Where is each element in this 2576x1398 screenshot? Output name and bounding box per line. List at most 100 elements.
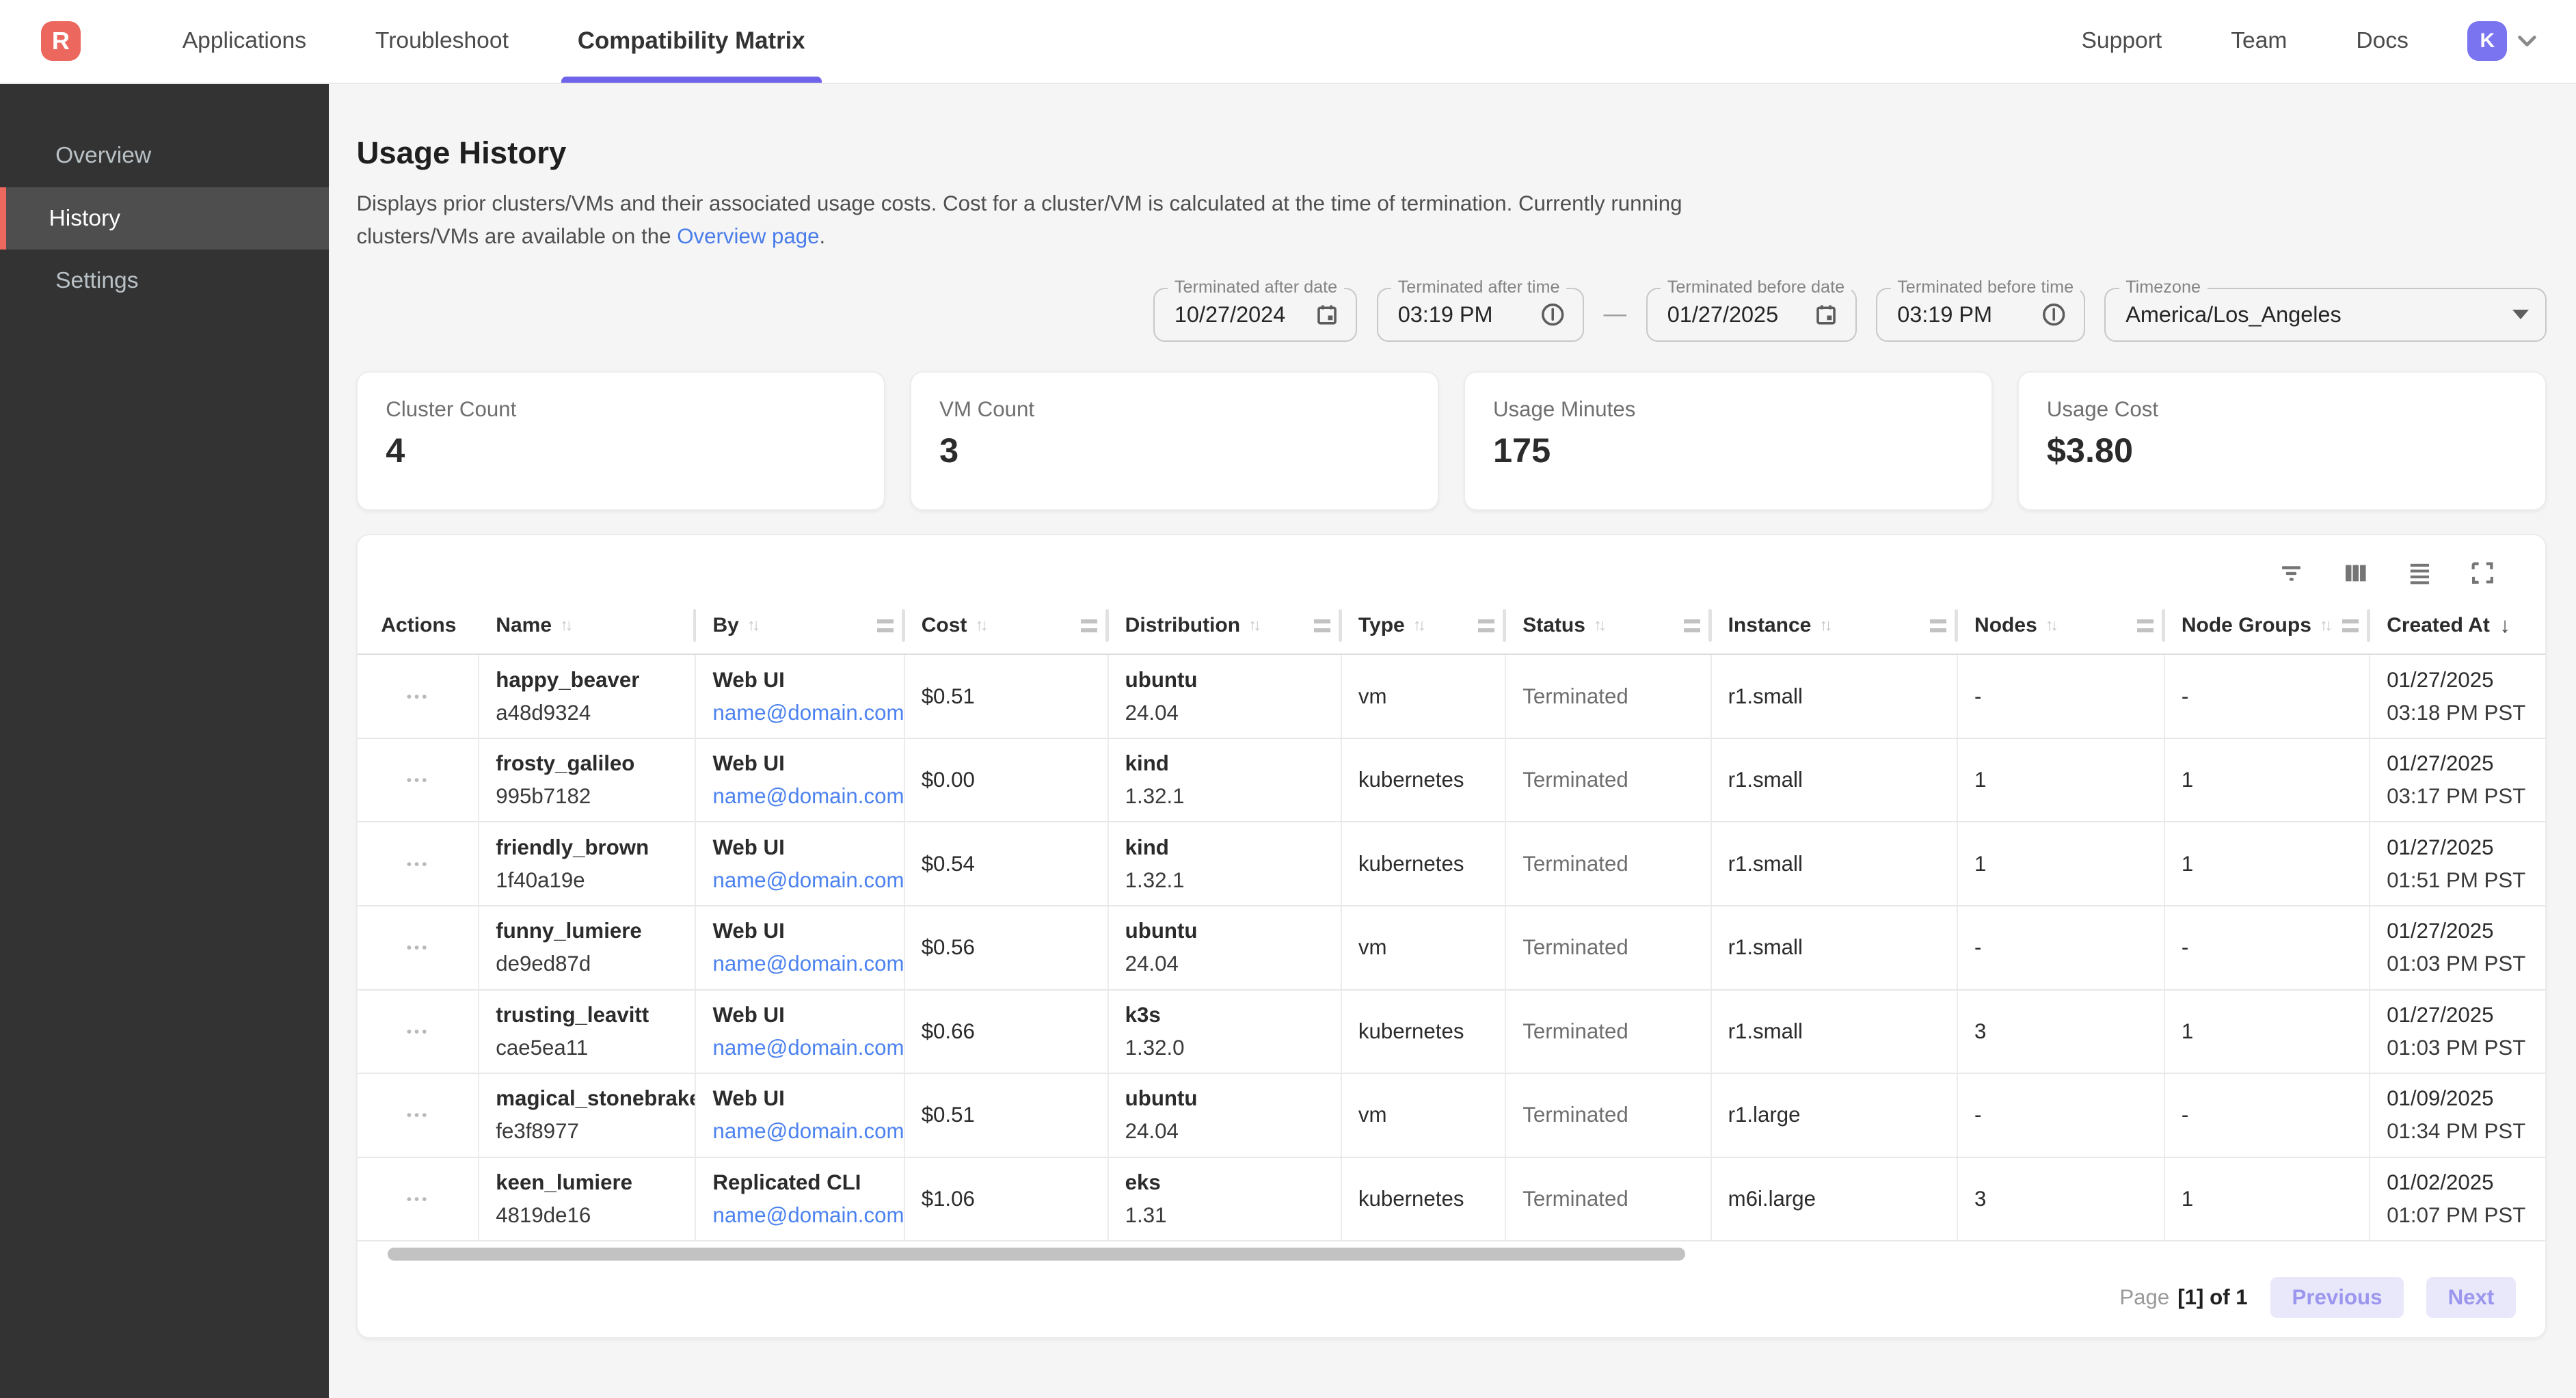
col-header-nodes[interactable]: Nodes↑↓ bbox=[1958, 597, 2165, 654]
sort-icon[interactable]: ↑↓ bbox=[975, 616, 984, 635]
status-cell: Terminated bbox=[1506, 1074, 1711, 1157]
column-menu-icon[interactable] bbox=[2137, 619, 2154, 632]
col-header-name[interactable]: Name↑↓ bbox=[479, 597, 696, 654]
nav-link-team[interactable]: Team bbox=[2231, 28, 2287, 54]
by-cell: Replicated CLIname@domain.com bbox=[696, 1158, 904, 1241]
row-email-link[interactable]: name@domain.com bbox=[713, 1199, 904, 1232]
terminated-before-date-field[interactable]: Terminated before date 01/27/2025 bbox=[1646, 288, 1857, 342]
chevron-down-icon[interactable] bbox=[2517, 35, 2537, 48]
row-email-link[interactable]: name@domain.com bbox=[713, 864, 904, 897]
clock-icon[interactable] bbox=[1523, 301, 1566, 327]
sort-icon[interactable]: ↑↓ bbox=[560, 616, 569, 635]
cell-name: keen_lumiere bbox=[496, 1166, 695, 1199]
by-cell: Web UIname@domain.com bbox=[696, 906, 904, 989]
by-cell: Web UIname@domain.com bbox=[696, 1074, 904, 1157]
type-cell: kubernetes bbox=[1342, 739, 1506, 822]
sort-icon[interactable]: ↑↓ bbox=[747, 616, 757, 635]
sort-icon[interactable]: ↑↓ bbox=[1594, 616, 1603, 635]
nav-item-applications[interactable]: Applications bbox=[166, 0, 323, 83]
avatar-letter: K bbox=[2480, 29, 2495, 53]
row-email-link[interactable]: name@domain.com bbox=[713, 1032, 904, 1064]
sidebar-item-settings[interactable]: Settings bbox=[0, 250, 329, 312]
row-actions-button[interactable]: ••• bbox=[407, 1023, 430, 1040]
type-cell: kubernetes bbox=[1342, 822, 1506, 905]
stat-card-cluster-count: Cluster Count 4 bbox=[356, 371, 885, 511]
column-menu-icon[interactable] bbox=[1081, 619, 1097, 632]
row-actions-button[interactable]: ••• bbox=[407, 855, 430, 873]
calendar-icon[interactable] bbox=[1797, 302, 1838, 327]
sort-icon[interactable]: ↑↓ bbox=[1413, 616, 1423, 635]
stat-card-vm-count: VM Count 3 bbox=[910, 371, 1439, 511]
cell-node_groups: - bbox=[2182, 931, 2369, 964]
row-actions-button[interactable]: ••• bbox=[407, 688, 430, 705]
column-menu-icon[interactable] bbox=[1314, 619, 1330, 632]
row-email-link[interactable]: name@domain.com bbox=[713, 780, 904, 813]
cell-version: 1.32.1 bbox=[1125, 780, 1341, 813]
cell-distribution: k3s bbox=[1125, 999, 1341, 1032]
actions-cell: ••• bbox=[358, 1074, 479, 1157]
columns-icon[interactable] bbox=[2342, 559, 2370, 587]
col-header-instance[interactable]: Instance↑↓ bbox=[1712, 597, 1958, 654]
calendar-icon[interactable] bbox=[1298, 302, 1339, 327]
row-actions-button[interactable]: ••• bbox=[407, 771, 430, 789]
avatar[interactable]: K bbox=[2467, 21, 2507, 61]
app-root: R Applications Troubleshoot Compatibilit… bbox=[0, 0, 2576, 1398]
status-cell: Terminated bbox=[1506, 739, 1711, 822]
row-email-link[interactable]: name@domain.com bbox=[713, 947, 904, 980]
cost-cell: $0.56 bbox=[905, 906, 1109, 989]
terminated-after-date-field[interactable]: Terminated after date 10/27/2024 bbox=[1153, 288, 1357, 342]
column-menu-icon[interactable] bbox=[1478, 619, 1494, 632]
row-email-link[interactable]: name@domain.com bbox=[713, 1115, 904, 1148]
cell-created_time: 01:03 PM PST bbox=[2387, 947, 2547, 980]
sidebar-item-history[interactable]: History bbox=[0, 187, 329, 250]
actions-cell: ••• bbox=[358, 655, 479, 738]
row-actions-button[interactable]: ••• bbox=[407, 1190, 430, 1208]
cell-by: Web UI bbox=[713, 747, 904, 780]
terminated-before-time-field[interactable]: Terminated before time 03:19 PM bbox=[1876, 288, 2084, 342]
column-menu-icon[interactable] bbox=[877, 619, 894, 632]
sort-icon[interactable]: ↑↓ bbox=[2320, 616, 2329, 635]
terminated-after-time-field[interactable]: Terminated after time 03:19 PM bbox=[1377, 288, 1584, 342]
fullscreen-icon[interactable] bbox=[2469, 560, 2495, 586]
column-menu-icon[interactable] bbox=[2342, 619, 2359, 632]
status-cell: Terminated bbox=[1506, 1158, 1711, 1241]
sidebar-item-overview[interactable]: Overview bbox=[0, 125, 329, 187]
previous-button[interactable]: Previous bbox=[2270, 1277, 2403, 1318]
cost-cell: $0.54 bbox=[905, 822, 1109, 905]
scrollbar-thumb[interactable] bbox=[388, 1248, 1685, 1261]
sort-icon[interactable]: ↑↓ bbox=[2045, 616, 2055, 635]
col-header-by[interactable]: By↑↓ bbox=[696, 597, 904, 654]
clock-icon[interactable] bbox=[2024, 301, 2067, 327]
overview-page-link[interactable]: Overview page bbox=[677, 224, 819, 248]
nav-item-troubleshoot[interactable]: Troubleshoot bbox=[359, 0, 525, 83]
nav-item-compatibility-matrix[interactable]: Compatibility Matrix bbox=[561, 0, 822, 83]
nav-link-support[interactable]: Support bbox=[2082, 28, 2162, 54]
sort-icon[interactable]: ↑↓ bbox=[1248, 616, 1258, 635]
next-button[interactable]: Next bbox=[2426, 1277, 2515, 1318]
cell-instance: r1.small bbox=[1728, 931, 1957, 964]
cell-distribution: kind bbox=[1125, 747, 1341, 780]
created_date-cell: 01/02/202501:07 PM PST bbox=[2370, 1158, 2547, 1241]
density-icon[interactable] bbox=[2406, 559, 2434, 587]
cell-by: Web UI bbox=[713, 1082, 904, 1115]
brand-logo[interactable]: R bbox=[41, 21, 81, 61]
nav-link-docs[interactable]: Docs bbox=[2356, 28, 2409, 54]
col-header-distribution[interactable]: Distribution↑↓ bbox=[1109, 597, 1342, 654]
row-email-link[interactable]: name@domain.com bbox=[713, 697, 904, 729]
row-actions-button[interactable]: ••• bbox=[407, 939, 430, 956]
col-header-status[interactable]: Status↑↓ bbox=[1506, 597, 1711, 654]
timezone-select[interactable]: Timezone America/Los_Angeles bbox=[2104, 288, 2546, 342]
sort-desc-icon[interactable]: ↓ bbox=[2499, 613, 2510, 638]
cell-nodes: 1 bbox=[1974, 848, 2164, 881]
col-header-cost[interactable]: Cost↑↓ bbox=[905, 597, 1109, 654]
sort-icon[interactable]: ↑↓ bbox=[1819, 616, 1829, 635]
col-header-node-groups[interactable]: Node Groups↑↓ bbox=[2165, 597, 2370, 654]
col-header-created-at[interactable]: Created At↓ bbox=[2370, 597, 2547, 654]
column-menu-icon[interactable] bbox=[1684, 619, 1700, 632]
cell-created_time: 03:18 PM PST bbox=[2387, 697, 2547, 729]
column-menu-icon[interactable] bbox=[1930, 619, 1946, 632]
col-header-type[interactable]: Type↑↓ bbox=[1342, 597, 1506, 654]
cell-instance: r1.small bbox=[1728, 1015, 1957, 1048]
row-actions-button[interactable]: ••• bbox=[407, 1106, 430, 1124]
filter-icon[interactable] bbox=[2277, 559, 2305, 587]
